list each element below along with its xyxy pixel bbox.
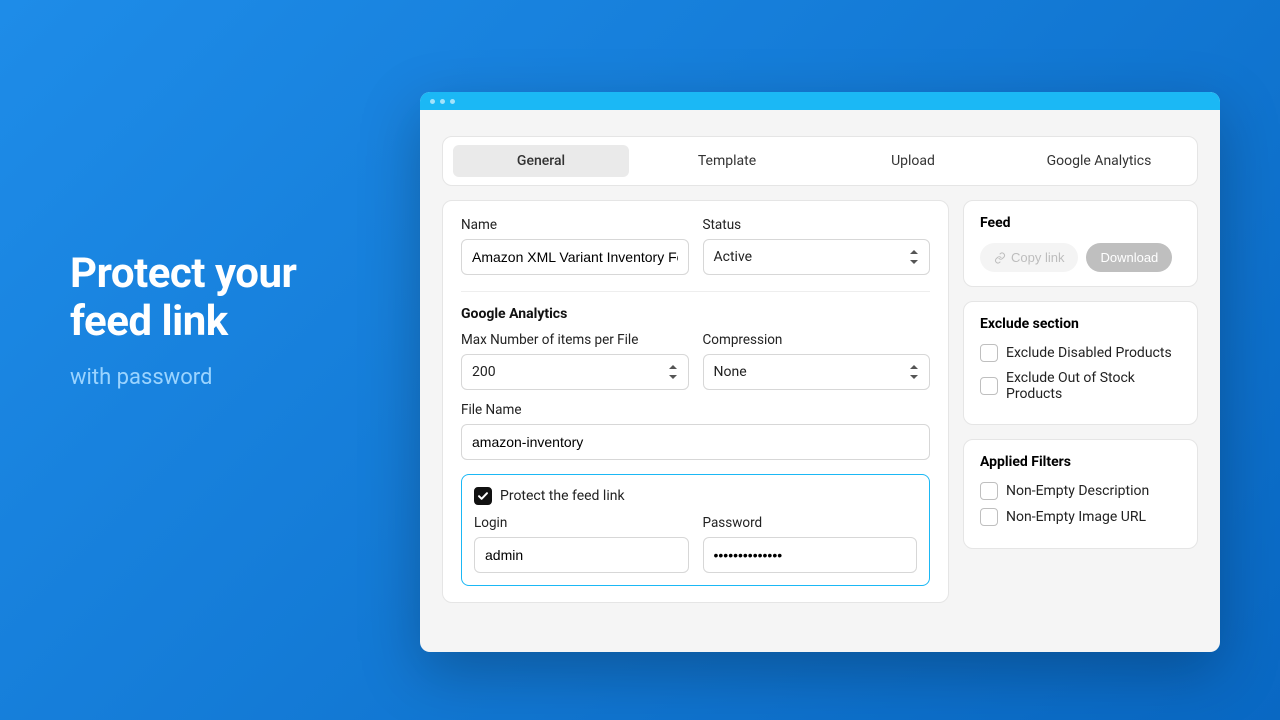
max-items-select[interactable]: 200 xyxy=(461,354,689,390)
compression-select[interactable]: None xyxy=(703,354,931,390)
filters-panel: Applied Filters Non-Empty Description No… xyxy=(963,439,1198,549)
filter-option-label: Non-Empty Description xyxy=(1006,483,1149,499)
status-select[interactable]: Active xyxy=(703,239,931,275)
app-window: General Template Upload Google Analytics… xyxy=(420,92,1220,652)
hero-title: Protect your feed link xyxy=(70,250,296,347)
exclude-option-label: Exclude Out of Stock Products xyxy=(1006,370,1181,402)
general-card: Name Status Active xyxy=(442,200,949,603)
compression-label: Compression xyxy=(703,332,931,348)
file-name-input[interactable] xyxy=(461,424,930,460)
window-dot xyxy=(440,99,445,104)
tab-general[interactable]: General xyxy=(453,145,629,177)
chevron-updown-icon xyxy=(668,365,678,379)
copy-link-button[interactable]: Copy link xyxy=(980,243,1078,272)
exclude-disabled-checkbox[interactable] xyxy=(980,344,998,362)
login-input[interactable] xyxy=(474,537,689,573)
password-input[interactable] xyxy=(703,537,918,573)
filter-option-label: Non-Empty Image URL xyxy=(1006,509,1146,525)
check-icon xyxy=(477,490,489,502)
link-icon xyxy=(994,252,1006,264)
feed-panel: Feed Copy link Download xyxy=(963,200,1198,287)
tab-template[interactable]: Template xyxy=(639,145,815,177)
protect-label: Protect the feed link xyxy=(500,488,625,504)
hero-subtitle: with password xyxy=(70,365,296,390)
window-dot xyxy=(430,99,435,104)
filter-image-url-checkbox[interactable] xyxy=(980,508,998,526)
window-titlebar xyxy=(420,92,1220,110)
password-label: Password xyxy=(703,515,918,531)
feed-title: Feed xyxy=(980,215,1181,231)
chevron-updown-icon xyxy=(909,250,919,264)
login-label: Login xyxy=(474,515,689,531)
protect-section: Protect the feed link Login Password xyxy=(461,474,930,586)
exclude-oos-checkbox[interactable] xyxy=(980,377,998,395)
window-dot xyxy=(450,99,455,104)
tab-bar: General Template Upload Google Analytics xyxy=(442,136,1198,186)
exclude-panel: Exclude section Exclude Disabled Product… xyxy=(963,301,1198,425)
chevron-updown-icon xyxy=(909,365,919,379)
exclude-option-label: Exclude Disabled Products xyxy=(1006,345,1172,361)
ga-heading: Google Analytics xyxy=(461,306,930,322)
protect-checkbox[interactable] xyxy=(474,487,492,505)
max-items-label: Max Number of items per File xyxy=(461,332,689,348)
filters-title: Applied Filters xyxy=(980,454,1181,470)
name-label: Name xyxy=(461,217,689,233)
hero-text: Protect your feed link with password xyxy=(70,250,296,390)
filter-description-checkbox[interactable] xyxy=(980,482,998,500)
file-name-label: File Name xyxy=(461,402,930,418)
status-label: Status xyxy=(703,217,931,233)
download-button[interactable]: Download xyxy=(1086,243,1172,272)
tab-google-analytics[interactable]: Google Analytics xyxy=(1011,145,1187,177)
tab-upload[interactable]: Upload xyxy=(825,145,1001,177)
exclude-title: Exclude section xyxy=(980,316,1181,332)
name-input[interactable] xyxy=(461,239,689,275)
